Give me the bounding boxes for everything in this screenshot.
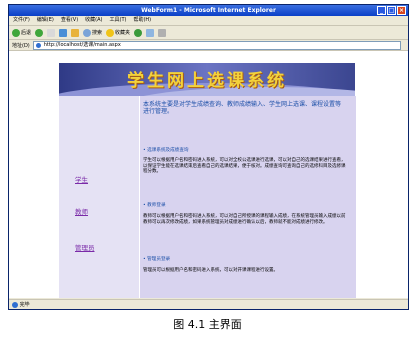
address-bar: 地址(D) http://localhost/选课/main.aspx	[9, 40, 408, 51]
nav-admin-link[interactable]: 管理员	[75, 242, 95, 252]
menu-favorites[interactable]: 收藏(A)	[85, 16, 102, 25]
toolbar: 后退 搜索 收藏夹	[9, 26, 408, 40]
banner: 学生网上选课系统	[59, 63, 355, 96]
status-text: 完毕	[19, 302, 30, 308]
main-column: 本系统主要是对学生成绩查询、教师成绩输入、学生网上选课、课程设置等进行管理。 •…	[139, 96, 356, 298]
page-content: 学生网上选课系统 学生 教师 管理员 本系统主要是对学生成绩查询、教师成绩输入、…	[9, 51, 408, 298]
forward-arrow-icon[interactable]	[35, 28, 44, 37]
maximize-button[interactable]: □	[387, 6, 396, 15]
print-icon[interactable]	[158, 28, 167, 37]
search-button[interactable]: 搜索	[83, 28, 103, 37]
stop-icon[interactable]	[47, 28, 56, 37]
mail-icon[interactable]	[146, 28, 155, 37]
nav-column: 学生 教师 管理员	[59, 96, 139, 298]
back-button[interactable]: 后退	[12, 28, 32, 37]
figure-caption: 图 4.1 主界面	[173, 318, 242, 331]
address-label: 地址(D)	[12, 42, 30, 49]
favorites-button[interactable]: 收藏夹	[106, 28, 131, 37]
address-input[interactable]: http://localhost/选课/main.aspx	[32, 40, 401, 50]
menu-view[interactable]: 查看(V)	[61, 16, 78, 25]
intro-text: 本系统主要是对学生成绩查询、教师成绩输入、学生网上选课、课程设置等进行管理。	[143, 101, 342, 115]
section-body: 管理员可以根据用户名和密码进入系统，可以对开课课程进行设置。	[143, 268, 278, 273]
nav-student-link[interactable]: 学生	[75, 174, 88, 184]
menu-edit[interactable]: 编辑(E)	[37, 16, 54, 25]
close-button[interactable]: ×	[397, 6, 406, 15]
ie-status-icon	[12, 301, 18, 308]
search-icon	[83, 28, 92, 37]
title-bar: WebForm1 - Microsoft Internet Explorer _…	[9, 5, 408, 16]
status-bar: 完毕	[9, 299, 408, 309]
section-heading: • 管理员登录	[143, 257, 171, 262]
menu-help[interactable]: 帮助(H)	[133, 16, 151, 25]
window-controls: _ □ ×	[377, 6, 406, 15]
back-arrow-icon	[12, 28, 20, 37]
section-heading: • 教师登录	[143, 203, 166, 208]
nav-teacher-link[interactable]: 教师	[75, 206, 88, 216]
history-icon[interactable]	[134, 28, 143, 37]
back-label: 后退	[21, 30, 32, 36]
menu-file[interactable]: 文件(F)	[13, 16, 30, 25]
address-url: http://localhost/选课/main.aspx	[43, 41, 121, 48]
menu-bar: 文件(F) 编辑(E) 查看(V) 收藏(A) 工具(T) 帮助(H)	[9, 16, 408, 26]
window-title: WebForm1 - Microsoft Internet Explorer	[141, 7, 276, 14]
section-body: 学生可以根据用户名和密码进入系统，可以对全校公选课进行选课，可以对自己的选课结果…	[143, 158, 346, 175]
favorites-label: 收藏夹	[115, 30, 131, 36]
section-body: 教师可以根据用户名和密码进入系统，可以对自己所授课的课程输入成绩，在系统管理员输…	[143, 214, 346, 225]
section-heading: • 选课系统及成绩查询	[143, 148, 189, 153]
banner-title: 学生网上选课系统	[127, 71, 287, 91]
menu-tools[interactable]: 工具(T)	[110, 16, 127, 25]
home-icon[interactable]	[71, 28, 80, 37]
minimize-button[interactable]: _	[377, 6, 386, 15]
browser-window: WebForm1 - Microsoft Internet Explorer _…	[8, 4, 409, 310]
search-label: 搜索	[92, 30, 103, 36]
star-icon	[106, 28, 115, 37]
refresh-icon[interactable]	[59, 28, 68, 37]
ie-page-icon	[35, 42, 41, 48]
